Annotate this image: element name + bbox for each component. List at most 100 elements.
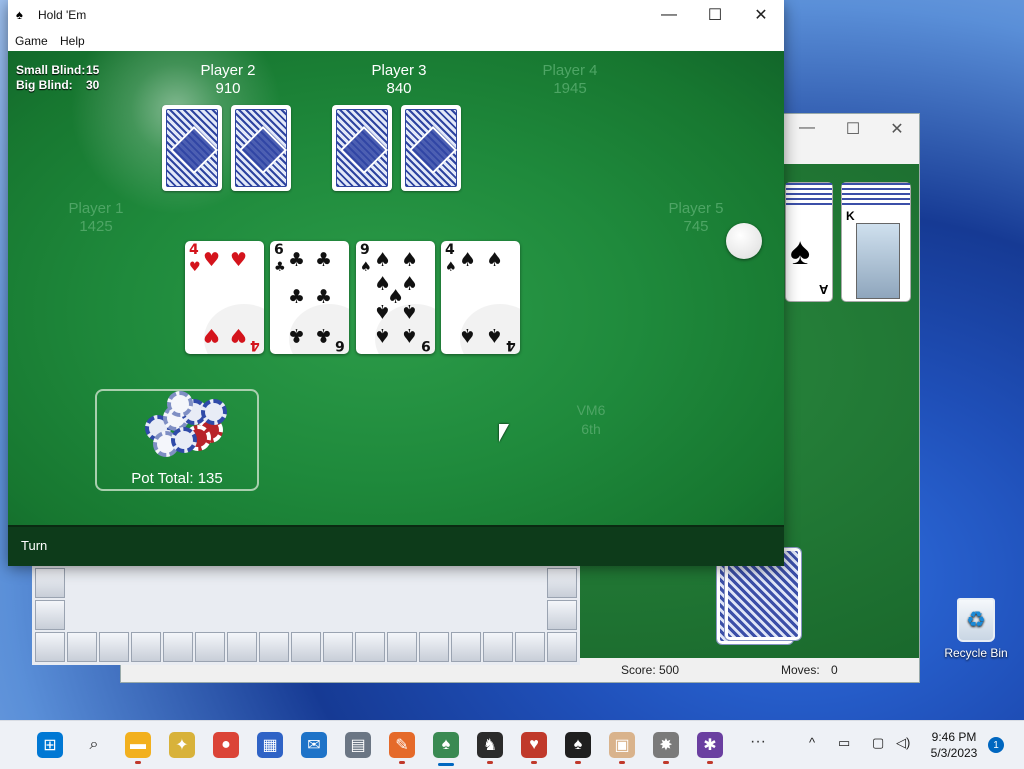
status-bar: Turn xyxy=(8,525,784,566)
running-indicator xyxy=(707,761,713,764)
card-rank: 4 xyxy=(189,242,199,258)
store-icon[interactable]: ▦ xyxy=(257,732,283,758)
tile[interactable] xyxy=(35,632,65,662)
search-icon[interactable]: ⌕ xyxy=(81,732,107,758)
card-rank: 9 xyxy=(360,242,370,258)
tile[interactable] xyxy=(547,600,577,630)
pot-total-label: Pot Total: 135 xyxy=(131,470,223,487)
tile[interactable] xyxy=(515,632,545,662)
minesweeper-icon[interactable]: ✸ xyxy=(653,732,679,758)
taskbar: ⊞ ⌕ ▬ ✦ ● ▦ ✉ ▤ ✎ ♠ ♞ ♥ ♠ ▣ ✸ ✱ ··· ^ ▭ ▢ ◁) 9:46 PM 5/… xyxy=(0,720,1024,769)
clock-time: 9:46 PM xyxy=(931,730,977,744)
tile-game-window[interactable] xyxy=(32,563,580,665)
tile[interactable] xyxy=(451,632,481,662)
overflow-icon[interactable]: ··· xyxy=(750,733,766,751)
holdem-icon[interactable]: ♠ xyxy=(433,732,459,758)
holdem-window[interactable]: ♠ Hold 'Em — ☐ ✕ Game Help Small Blind: 1… xyxy=(8,0,784,566)
window-title: Hold 'Em xyxy=(38,8,87,22)
tile[interactable] xyxy=(99,632,129,662)
mouse-cursor-icon xyxy=(499,424,509,442)
big-blind-value: 30 xyxy=(86,78,100,92)
spade-icon: ♠ xyxy=(459,324,477,346)
card-rank: K xyxy=(846,209,855,223)
spade-icon: ♠ xyxy=(401,300,419,322)
spade-icon: ♠ xyxy=(486,324,504,346)
chrome-icon[interactable]: ● xyxy=(213,732,239,758)
tile[interactable] xyxy=(35,600,65,630)
community-card: 4 ♥ ♥ ♥ ♥ ♥ 4 xyxy=(185,241,264,354)
player-4-seat: Player 4 1945 xyxy=(510,62,630,98)
tile[interactable] xyxy=(35,568,65,598)
title-bar[interactable]: ♠ Hold 'Em — ☐ ✕ xyxy=(8,0,784,30)
spade-icon: ♠ xyxy=(374,300,392,322)
running-indicator xyxy=(619,761,625,764)
clock-date: 5/3/2023 xyxy=(930,746,978,760)
clock[interactable]: 9:46 PM 5/3/2023 xyxy=(918,729,990,761)
tableau-card-ace-spades[interactable]: ♠ A xyxy=(785,182,833,302)
card-rank: 4 xyxy=(445,242,455,258)
holdem-app-icon: ♠ xyxy=(16,7,23,22)
tile[interactable] xyxy=(195,632,225,662)
spade-icon: ♠ xyxy=(445,260,457,275)
hearts-icon[interactable]: ♥ xyxy=(521,732,547,758)
chess-icon[interactable]: ♞ xyxy=(477,732,503,758)
network-icon[interactable]: ▢ xyxy=(872,735,884,751)
tile[interactable] xyxy=(163,632,193,662)
tile[interactable] xyxy=(547,568,577,598)
recycle-bin[interactable]: ♻ Recycle Bin xyxy=(942,598,1010,660)
calculator-icon[interactable]: ▤ xyxy=(345,732,371,758)
club-icon: ♣ xyxy=(288,286,306,308)
spade-icon: ♠ xyxy=(374,249,392,271)
spade-icon: ♠ xyxy=(459,249,477,271)
paint-icon[interactable]: ✎ xyxy=(389,732,415,758)
player-2-hole-card xyxy=(162,105,222,191)
mahjong-icon[interactable]: ▣ xyxy=(609,732,635,758)
tile[interactable] xyxy=(323,632,353,662)
player-chips: 910 xyxy=(215,80,241,97)
card-rank: 4 xyxy=(506,337,516,353)
tile[interactable] xyxy=(291,632,321,662)
player-1-seat: Player 1 1425 xyxy=(36,200,156,236)
running-indicator xyxy=(487,761,493,764)
spider-solitaire-icon[interactable]: ✱ xyxy=(697,732,723,758)
community-card: 4 ♠ ♠ ♠ ♠ ♠ 4 xyxy=(441,241,520,354)
close-button[interactable]: ✕ xyxy=(738,0,784,30)
notification-badge[interactable]: 1 xyxy=(988,737,1004,753)
maximize-button[interactable]: ☐ xyxy=(830,119,876,139)
card-rank: A xyxy=(818,282,828,297)
player-rank: 6th xyxy=(581,421,601,437)
tile[interactable] xyxy=(131,632,161,662)
score-label: Score: 500 xyxy=(621,663,680,677)
file-explorer-icon[interactable]: ▬ xyxy=(125,732,151,758)
round-label: Turn xyxy=(21,538,48,553)
minimize-button[interactable]: — xyxy=(646,0,692,30)
player-vm6-seat: VM6 6th xyxy=(556,401,626,439)
maximize-button[interactable]: ☐ xyxy=(692,0,738,30)
tile[interactable] xyxy=(547,632,577,662)
start-icon[interactable]: ⊞ xyxy=(37,732,63,758)
volume-icon[interactable]: ◁) xyxy=(896,735,910,751)
card-rank: 4 xyxy=(250,337,260,353)
tile[interactable] xyxy=(355,632,385,662)
menu-game[interactable]: Game xyxy=(15,34,48,48)
mail-icon[interactable]: ✉ xyxy=(301,732,327,758)
menu-help[interactable]: Help xyxy=(60,34,85,48)
display-icon[interactable]: ▭ xyxy=(838,735,850,751)
tile[interactable] xyxy=(227,632,257,662)
spades-icon[interactable]: ♠ xyxy=(565,732,591,758)
tile[interactable] xyxy=(419,632,449,662)
tile[interactable] xyxy=(259,632,289,662)
tile[interactable] xyxy=(67,632,97,662)
minimize-button[interactable]: — xyxy=(784,119,830,137)
dealer-button xyxy=(726,223,762,259)
chevron-up-icon[interactable]: ^ xyxy=(809,735,815,750)
tile[interactable] xyxy=(483,632,513,662)
player-name: Player 5 xyxy=(668,200,724,217)
tableau-card-king-spades[interactable]: K xyxy=(841,182,911,302)
spider-bee-icon[interactable]: ✦ xyxy=(169,732,195,758)
heart-icon: ♥ xyxy=(230,249,248,271)
spade-icon: ♠ xyxy=(360,260,372,275)
moves-value: 0 xyxy=(831,663,838,677)
tile[interactable] xyxy=(387,632,417,662)
close-button[interactable]: ✕ xyxy=(874,119,920,139)
